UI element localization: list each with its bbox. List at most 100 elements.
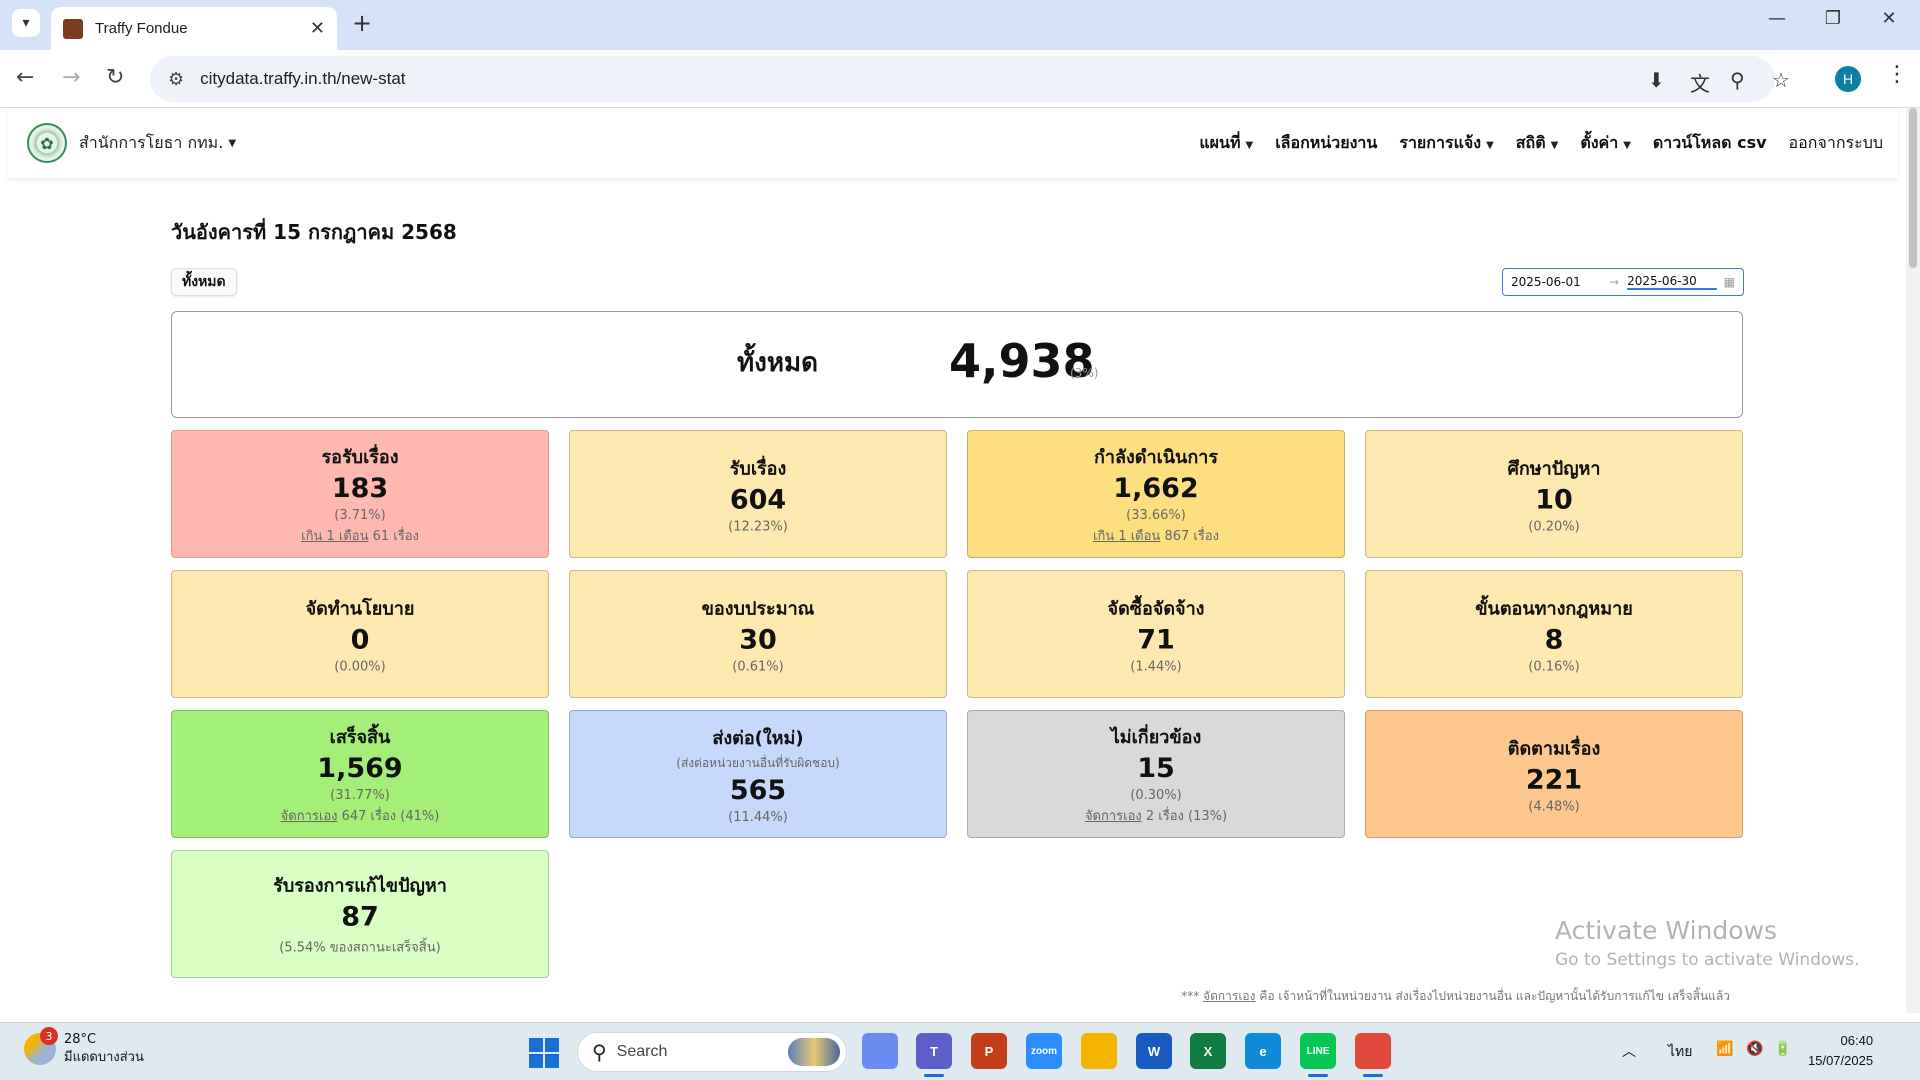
nav-item-label: แผนที่	[1199, 132, 1241, 152]
card-extra-text: 647 เรื่อง (41%)	[337, 809, 440, 824]
volume-muted-icon[interactable]: 🔇	[1746, 1041, 1763, 1057]
wifi-icon[interactable]: 📶	[1716, 1041, 1733, 1057]
status-card[interactable]: จัดทำนโยบาย 0 (0.00%)	[171, 570, 549, 698]
web-page: ✿ สำนักการโยธา กทม. ▼ แผนที่ ▼ เลือกหน่วยง…	[0, 108, 1905, 1013]
brand-dropdown[interactable]: ✿ สำนักการโยธา กทม. ▼	[27, 123, 236, 163]
taskbar-search[interactable]: ⚲ Search	[577, 1032, 847, 1072]
browser-tabbar: ▾ Traffy Fondue ✕ + — ❐ ✕	[0, 0, 1920, 50]
window-close-icon[interactable]: ✕	[1864, 8, 1914, 29]
card-extra-link[interactable]: จัดการเอง	[1085, 809, 1142, 824]
word-icon[interactable]: W	[1136, 1033, 1172, 1069]
nav-item-label: ดาวน์โหลด csv	[1652, 132, 1767, 152]
input-language[interactable]: ไทย	[1668, 1041, 1692, 1063]
translate-icon[interactable]: 文	[1690, 68, 1710, 97]
chrome-icon[interactable]	[1355, 1033, 1391, 1077]
site-navbar: ✿ สำนักการโยธา กทม. ▼ แผนที่ ▼ เลือกหน่วยง…	[8, 108, 1898, 178]
address-bar[interactable]: ⚙ citydata.traffy.in.th/new-stat ⬇ 文 ⚲ ☆	[150, 56, 1790, 102]
file-explorer-icon[interactable]	[1081, 1033, 1117, 1069]
nav-item-2[interactable]: รายการแจ้ง ▼	[1399, 131, 1493, 156]
nav-item-6[interactable]: ออกจากระบบ	[1789, 131, 1883, 156]
line-icon[interactable]: LINE	[1300, 1033, 1336, 1077]
status-card[interactable]: รอรับเรื่อง 183 (3.71%) เกิน 1 เดือน 61 เรื…	[171, 430, 549, 558]
date-from-input[interactable]: 2025-06-01	[1511, 275, 1601, 289]
calendar-icon[interactable]: ▦	[1724, 275, 1735, 289]
back-arrow-icon[interactable]: ←	[16, 65, 34, 90]
card-extra-link[interactable]: เกิน 1 เดือน	[1093, 529, 1160, 544]
nav-item-label: สถิติ	[1515, 132, 1546, 152]
status-card[interactable]: รับเรื่อง 604 (12.23%)	[569, 430, 947, 558]
nav-item-4[interactable]: ตั้งค่า ▼	[1580, 131, 1631, 156]
card-percent: (0.61%)	[732, 659, 784, 675]
caret-down-icon: ▼	[228, 137, 237, 149]
card-percent: (12.23%)	[728, 519, 788, 535]
card-percent: (11.44%)	[728, 810, 788, 825]
new-tab-plus-icon[interactable]: +	[352, 9, 372, 37]
scrollbar-thumb[interactable]	[1909, 108, 1917, 268]
page-date-heading: วันอังคารที่ 15 กรกฎาคม 2568	[171, 220, 457, 244]
zoom-icon[interactable]: ⚲	[1730, 68, 1745, 92]
weather-widget[interactable]: 3 28°C มีแดดบางส่วน	[24, 1027, 144, 1067]
browser-menu-icon[interactable]: ⋮	[1886, 62, 1908, 87]
install-app-icon[interactable]: ⬇	[1648, 68, 1665, 92]
minimize-icon[interactable]: —	[1752, 8, 1802, 29]
activation-line1: Activate Windows	[1555, 916, 1777, 945]
nav-item-3[interactable]: สถิติ ▼	[1516, 131, 1559, 156]
status-card[interactable]: ส่งต่อ(ใหม่) (ส่งต่อหน่วยงานอื่นที่รับผิด…	[569, 710, 947, 838]
tray-chevron-up-icon[interactable]: ︿	[1622, 1041, 1636, 1061]
card-percent: (31.77%)	[330, 788, 390, 803]
status-card[interactable]: ศึกษาปัญหา 10 (0.20%)	[1365, 430, 1743, 558]
search-icon: ⚲	[592, 1040, 607, 1064]
restore-icon[interactable]: ❐	[1808, 8, 1858, 29]
site-info-icon[interactable]: ⚙	[168, 69, 184, 90]
card-value: 1,569	[317, 753, 403, 784]
status-card[interactable]: เสร็จสิ้น 1,569 (31.77%) จัดการเอง 647 เรื่…	[171, 710, 549, 838]
nav-item-5[interactable]: ดาวน์โหลด csv	[1653, 131, 1767, 156]
card-title: เสร็จสิ้น	[329, 727, 391, 748]
card-extra-link[interactable]: เกิน 1 เดือน	[301, 529, 368, 544]
edge-icon[interactable]: e	[1245, 1033, 1281, 1069]
total-summary-box: ทั้งหมด 4,938 (3%)	[171, 311, 1743, 418]
footnote-link[interactable]: จัดการเอง	[1203, 989, 1255, 1003]
status-card[interactable]: ไม่เกี่ยวข้อง 15 (0.30%) จัดการเอง 2 เรื่อง…	[967, 710, 1345, 838]
tab-close-icon[interactable]: ✕	[310, 18, 325, 39]
card-value: 604	[729, 484, 787, 516]
status-card[interactable]: จัดซื้อจัดจ้าง 71 (1.44%)	[967, 570, 1345, 698]
bookmark-star-icon[interactable]: ☆	[1772, 68, 1790, 92]
nav-item-1[interactable]: เลือกหน่วยงาน	[1275, 131, 1377, 156]
status-card[interactable]: กำลังดำเนินการ 1,662 (33.66%) เกิน 1 เดือน …	[967, 430, 1345, 558]
filter-all-button[interactable]: ทั้งหมด	[171, 268, 237, 296]
caret-down-icon: ▼	[1486, 139, 1494, 151]
date-range-picker[interactable]: 2025-06-01 → 2025-06-30 ▦	[1502, 268, 1744, 296]
excel-icon[interactable]: X	[1190, 1033, 1226, 1069]
teams-icon[interactable]: T	[916, 1033, 952, 1077]
footnote-prefix: ***	[1181, 989, 1204, 1003]
status-card[interactable]: ขั้นตอนทางกฎหมาย 8 (0.16%)	[1365, 570, 1743, 698]
zoom-icon[interactable]: zoom	[1026, 1033, 1062, 1069]
profile-avatar[interactable]: H	[1835, 66, 1861, 92]
brand-name: สำนักการโยธา กทม.	[79, 132, 224, 152]
status-card[interactable]: ติดตามเรื่อง 221 (4.48%)	[1365, 710, 1743, 838]
clock-time: 06:40	[1840, 1033, 1874, 1048]
status-card[interactable]: รับรองการแก้ไขปัญหา 87 (5.54% ของสถานะเสร็…	[171, 850, 549, 978]
card-value: 0	[350, 624, 370, 656]
nav-item-0[interactable]: แผนที่ ▼	[1199, 131, 1253, 156]
card-title: กำลังดำเนินการ	[1093, 447, 1219, 468]
tab-search-chevron-icon[interactable]: ▾	[12, 9, 40, 37]
status-card[interactable]: ของบประมาณ 30 (0.61%)	[569, 570, 947, 698]
windows-start-icon[interactable]	[529, 1038, 559, 1068]
browser-tab-active[interactable]: Traffy Fondue ✕	[51, 7, 337, 50]
forward-arrow-icon[interactable]: →	[62, 65, 80, 90]
battery-icon[interactable]: 🔋	[1774, 1041, 1791, 1057]
card-extra: จัดการเอง 2 เรื่อง (13%)	[968, 805, 1344, 826]
reload-icon[interactable]: ↻	[106, 65, 124, 90]
powerpoint-icon[interactable]: P	[971, 1033, 1007, 1069]
card-value: 183	[331, 473, 389, 504]
clock-date: 15/07/2025	[1808, 1053, 1874, 1068]
date-to-input[interactable]: 2025-06-30	[1627, 274, 1718, 290]
system-clock[interactable]: 06:40 15/07/2025	[1808, 1031, 1873, 1071]
copilot-icon[interactable]	[862, 1033, 898, 1069]
nav-item-label: ตั้งค่า	[1580, 132, 1619, 152]
card-extra-link[interactable]: จัดการเอง	[281, 809, 338, 824]
page-scrollbar[interactable]	[1906, 108, 1920, 1013]
footnote: *** จัดการเอง คือ เจ้าหน้าที่ในหน่วยงาน …	[1181, 987, 1730, 1006]
